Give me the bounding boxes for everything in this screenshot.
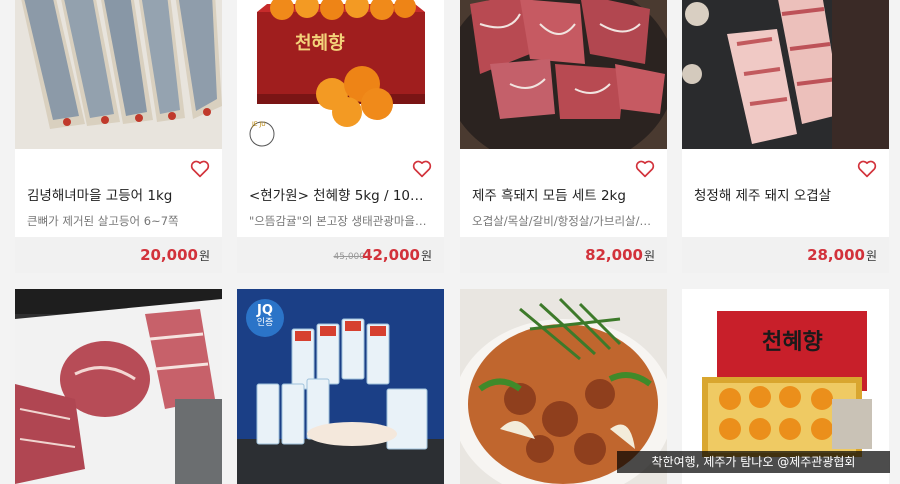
svg-text:천혜향: 천혜향	[762, 329, 823, 355]
product-image-raw-pork[interactable]	[15, 289, 222, 484]
price-bar: 82,000원	[460, 237, 667, 273]
copyright-watermark: 착한여행, 제주가 탐나오 @제주관광협회	[617, 451, 890, 473]
product-description: 큰뼈가 제거된 살고등어 6~7쪽	[27, 214, 179, 228]
product-card[interactable]: 김녕해녀마을 고등어 1kg 큰뼈가 제거된 살고등어 6~7쪽 20,000원	[15, 0, 222, 273]
product-image-cheonhyehyang[interactable]: 천혜향 JE JU	[237, 0, 444, 149]
product-image-dried-fish[interactable]: JQ 인증	[237, 289, 444, 484]
heart-outline-icon[interactable]	[412, 160, 432, 178]
product-image-pork-belly[interactable]	[682, 0, 889, 149]
product-price: 42,000원	[362, 246, 432, 264]
product-image-mackerel[interactable]	[15, 0, 222, 149]
product-card[interactable]: JQ 인증	[237, 289, 444, 484]
product-grid: 김녕해녀마을 고등어 1kg 큰뼈가 제거된 살고등어 6~7쪽 20,000원	[0, 0, 900, 484]
product-price: 82,000원	[585, 246, 655, 264]
price-bar: 45,000 42,000원	[237, 237, 444, 273]
product-card[interactable]: 제주 흑돼지 모듬 세트 2kg 오겹살/목살/갈비/항정살/가브리살/… 82…	[460, 0, 667, 273]
product-card[interactable]	[15, 289, 222, 484]
product-description: "으뜸감귤"의 본고장 생태관광마을 하…	[249, 214, 429, 228]
jq-certified-badge: JQ 인증	[246, 299, 284, 337]
product-image-black-pork[interactable]	[460, 0, 667, 149]
svg-text:천혜향: 천혜향	[295, 33, 345, 54]
product-title[interactable]: 김녕해녀마을 고등어 1kg	[27, 184, 205, 204]
product-price: 20,000원	[140, 246, 210, 264]
heart-outline-icon[interactable]	[635, 160, 655, 178]
product-title[interactable]: <현가원> 천혜향 5kg / 10kg (…	[249, 184, 427, 204]
product-card[interactable]: 천혜향 JE JU <현가원> 천혜향 5kg / 10kg (… "으뜸감귤"…	[237, 0, 444, 273]
original-price: 45,000	[333, 252, 366, 262]
product-title[interactable]: 제주 흑돼지 모듬 세트 2kg	[472, 184, 650, 204]
product-title[interactable]: 청정해 제주 돼지 오겹살	[694, 184, 872, 204]
price-bar: 28,000원	[682, 237, 889, 273]
product-card[interactable]: 청정해 제주 돼지 오겹살 28,000원	[682, 0, 889, 273]
product-description: 오겹살/목살/갈비/항정살/가브리살/…	[472, 214, 651, 228]
svg-text:JE JU: JE JU	[251, 121, 266, 128]
price-bar: 20,000원	[15, 237, 222, 273]
product-price: 28,000원	[807, 246, 877, 264]
heart-outline-icon[interactable]	[857, 160, 877, 178]
heart-outline-icon[interactable]	[190, 160, 210, 178]
